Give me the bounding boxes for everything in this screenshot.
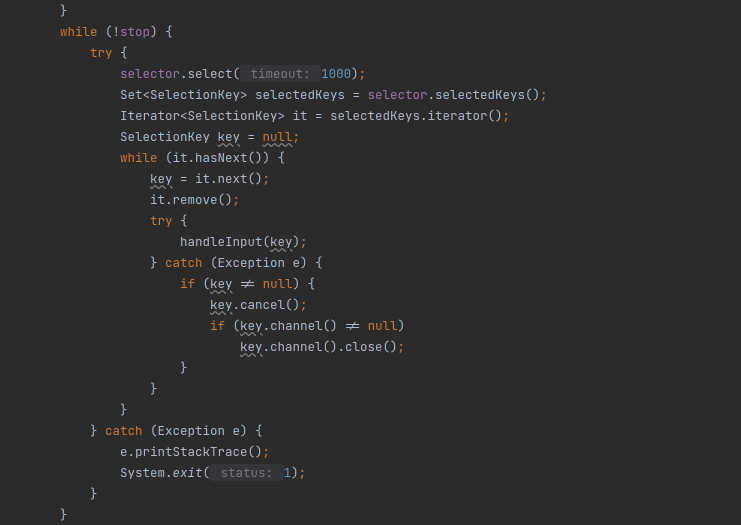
var-key: key bbox=[240, 317, 263, 334]
field-stop: stop bbox=[120, 23, 150, 40]
keyword-while: while bbox=[120, 149, 158, 166]
code-line: if (key.channel() != null) bbox=[0, 317, 405, 334]
code-line: } bbox=[0, 359, 188, 376]
code-line: } bbox=[0, 506, 68, 523]
code-line: selector.select( timeout: 1000); bbox=[0, 65, 366, 82]
number-literal: 1 bbox=[284, 464, 292, 481]
code-line: while (it.hasNext()) { bbox=[0, 149, 285, 166]
param-hint-status: status: bbox=[210, 464, 284, 481]
keyword-try: try bbox=[90, 44, 113, 61]
code-line: it.remove(); bbox=[0, 191, 240, 208]
code-line: if (key != null) { bbox=[0, 275, 315, 292]
var-key: key bbox=[240, 338, 263, 355]
keyword-null: null bbox=[368, 317, 398, 334]
var-key: key bbox=[150, 170, 173, 187]
code-line: } catch (Exception e) { bbox=[0, 254, 323, 271]
code-line: } bbox=[0, 380, 158, 397]
code-editor[interactable]: } while (!stop) { try { selector.select(… bbox=[0, 0, 741, 525]
code-line: } bbox=[0, 485, 98, 502]
keyword-null: null bbox=[263, 275, 293, 292]
code-line: } bbox=[0, 2, 68, 19]
keyword-try: try bbox=[150, 212, 173, 229]
code-line: try { bbox=[0, 212, 188, 229]
code-line: key.channel().close(); bbox=[0, 338, 405, 355]
keyword-if: if bbox=[180, 275, 195, 292]
keyword-catch: catch bbox=[105, 422, 143, 439]
code-line: handleInput(key); bbox=[0, 233, 308, 250]
keyword-while: while bbox=[60, 23, 98, 40]
keyword-if: if bbox=[210, 317, 225, 334]
keyword-null: null bbox=[263, 128, 293, 145]
var-key: key bbox=[210, 296, 233, 313]
param-hint-timeout: timeout: bbox=[240, 65, 321, 82]
var-key: key bbox=[218, 128, 241, 145]
code-line: } catch (Exception e) { bbox=[0, 422, 263, 439]
code-line: } bbox=[0, 401, 128, 418]
code-line: e.printStackTrace(); bbox=[0, 443, 270, 460]
code-line: key.cancel(); bbox=[0, 296, 308, 313]
code-line: while (!stop) { bbox=[0, 23, 173, 40]
field-selector: selector bbox=[368, 86, 428, 103]
code-line: key = it.next(); bbox=[0, 170, 270, 187]
var-key: key bbox=[210, 275, 233, 292]
field-selector: selector bbox=[120, 65, 180, 82]
code-line: try { bbox=[0, 44, 128, 61]
static-method-exit: exit bbox=[173, 464, 203, 481]
code-line: SelectionKey key = null; bbox=[0, 128, 300, 145]
code-line: System.exit( status: 1); bbox=[0, 464, 306, 481]
code-line: Set<SelectionKey> selectedKeys = selecto… bbox=[0, 86, 548, 103]
keyword-catch: catch bbox=[165, 254, 203, 271]
code-line: Iterator<SelectionKey> it = selectedKeys… bbox=[0, 107, 510, 124]
var-key: key bbox=[270, 233, 293, 250]
number-literal: 1000 bbox=[321, 65, 351, 82]
